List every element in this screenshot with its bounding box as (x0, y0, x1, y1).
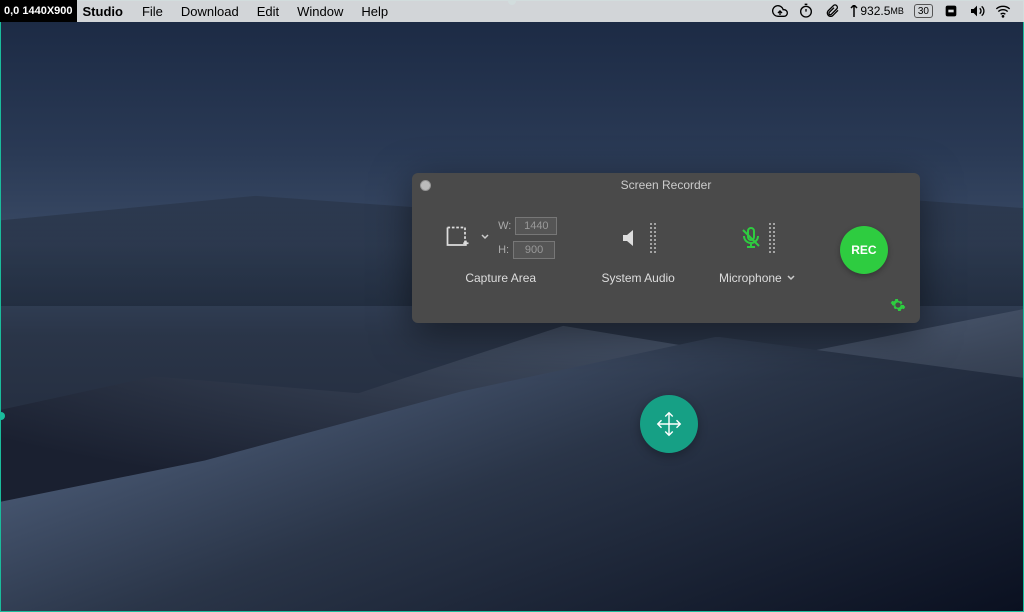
wifi-icon[interactable] (995, 3, 1011, 19)
system-audio-section: System Audio (601, 215, 674, 285)
volume-icon[interactable] (969, 3, 985, 19)
fps-indicator[interactable]: 30 (914, 4, 933, 18)
move-arrows-icon (654, 409, 684, 439)
selection-dimensions-readout: 0,0 1440X900 (0, 0, 77, 22)
system-audio-label: System Audio (601, 271, 674, 285)
record-section: REC (840, 226, 888, 274)
microphone-section: Microphone (719, 215, 796, 285)
record-button[interactable]: REC (840, 226, 888, 274)
capture-area-dropdown[interactable] (478, 232, 492, 245)
memory-status[interactable]: 932.5MB (850, 4, 904, 18)
cloud-upload-icon[interactable] (772, 3, 788, 19)
chevron-down-icon (786, 273, 796, 283)
speaker-icon[interactable] (620, 226, 644, 250)
menu-help[interactable]: Help (361, 4, 388, 19)
close-window-button[interactable] (420, 180, 431, 191)
menu-window[interactable]: Window (297, 4, 343, 19)
crop-add-icon[interactable] (444, 224, 472, 252)
capture-area-label: Capture Area (465, 271, 536, 285)
menubar: 0,0 1440X900 Studio File Download Edit W… (0, 0, 1024, 22)
system-audio-level-meter (650, 223, 656, 253)
microphone-dropdown[interactable]: Microphone (719, 271, 796, 285)
memory-unit: MB (890, 6, 904, 16)
stopwatch-icon[interactable] (798, 3, 814, 19)
microphone-icon[interactable] (739, 226, 763, 250)
move-selection-handle[interactable] (640, 395, 698, 453)
height-input[interactable] (513, 241, 555, 259)
gear-icon[interactable] (890, 297, 906, 313)
menu-file[interactable]: File (142, 4, 163, 19)
fps-value: 30 (914, 4, 933, 18)
screen-recorder-panel: Screen Recorder W: (412, 173, 920, 323)
recorder-title: Screen Recorder (621, 178, 712, 192)
microphone-level-meter (769, 223, 775, 253)
width-label: W: (498, 220, 511, 232)
width-input[interactable] (515, 217, 557, 235)
paperclip-icon[interactable] (824, 3, 840, 19)
height-label: H: (498, 244, 509, 256)
capture-area-section: W: H: Capture Area (444, 215, 557, 285)
microphone-label: Microphone (719, 271, 782, 285)
app-name[interactable]: Studio (83, 4, 123, 19)
recorder-titlebar[interactable]: Screen Recorder (412, 173, 920, 197)
menu-edit[interactable]: Edit (257, 4, 279, 19)
memory-value: 932.5 (860, 4, 890, 18)
menu-download[interactable]: Download (181, 4, 239, 19)
menu-square-icon[interactable] (943, 3, 959, 19)
